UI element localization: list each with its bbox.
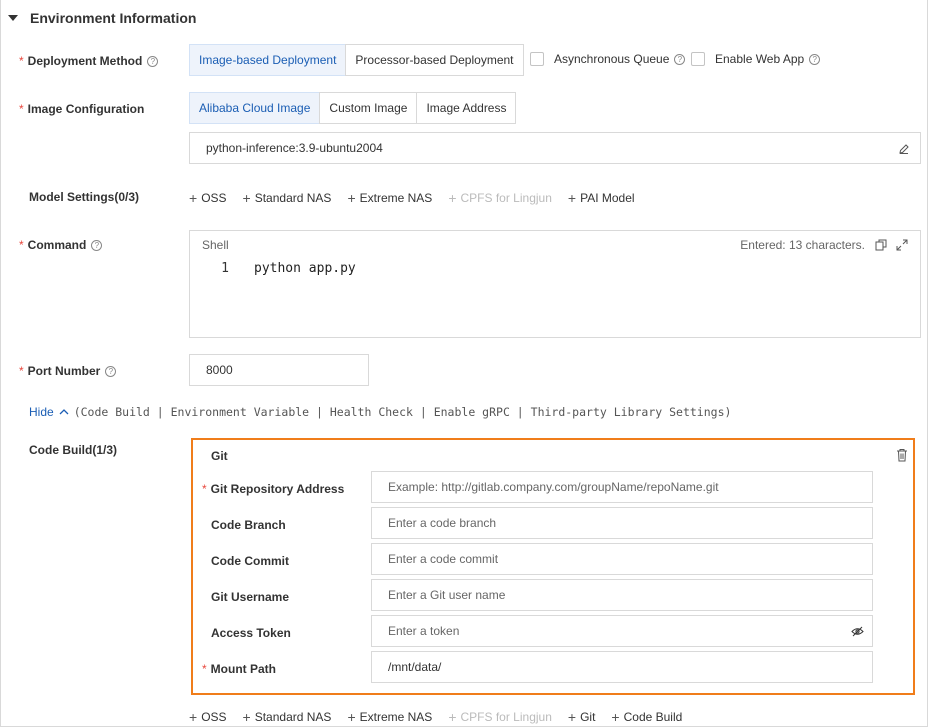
mount-path-input[interactable]: /mnt/data/	[371, 651, 873, 683]
add-cpfs-link: + CPFS for Lingjun	[448, 190, 552, 206]
help-icon[interactable]: ?	[147, 55, 159, 67]
help-icon[interactable]: ?	[674, 53, 686, 65]
git-repo-input[interactable]: Example: http://gitlab.company.com/group…	[371, 471, 873, 503]
add-standard-nas-link[interactable]: + Standard NAS	[243, 190, 332, 206]
caret-down-icon[interactable]	[8, 15, 18, 21]
command-label: * Command ?	[19, 236, 103, 254]
image-source-selector: Alibaba Cloud Image Custom Image Image A…	[189, 92, 517, 124]
add-oss-link[interactable]: + OSS	[189, 190, 227, 206]
add-oss-link[interactable]: + OSS	[189, 709, 227, 725]
async-queue-checkbox[interactable]: Asynchronous Queue ?	[530, 52, 686, 66]
advanced-toggle-bar: Hide (Code Build | Environment Variable …	[29, 405, 731, 419]
required-marker: *	[202, 662, 207, 676]
add-code-build-link[interactable]: + Code Build	[611, 709, 682, 725]
git-config-panel: Git * Git Repository Address Example: ht…	[191, 438, 915, 695]
git-title: Git	[211, 449, 228, 463]
edit-icon[interactable]	[898, 143, 910, 155]
code-branch-label: Code Branch	[211, 518, 286, 532]
deployment-method-selector: Image-based Deployment Processor-based D…	[189, 44, 524, 76]
processor-based-deployment-option[interactable]: Processor-based Deployment	[345, 44, 524, 76]
add-git-link[interactable]: + Git	[568, 709, 596, 725]
code-line: 1 python app.py	[190, 261, 920, 276]
code-text: python app.py	[254, 261, 356, 276]
help-icon[interactable]: ?	[105, 365, 117, 377]
help-icon[interactable]: ?	[91, 239, 103, 251]
enable-web-app-checkbox[interactable]: Enable Web App ?	[691, 52, 821, 66]
character-count: Entered: 13 characters.	[740, 238, 865, 252]
git-repo-label: * Git Repository Address	[202, 482, 345, 496]
copy-icon[interactable]	[875, 239, 887, 251]
command-editor[interactable]: Shell Entered: 13 characters. 1 python a…	[189, 230, 921, 338]
advanced-sections-list: (Code Build | Environment Variable | Hea…	[73, 405, 732, 419]
code-build-actions: + OSS + Standard NAS + Extreme NAS + CPFS fo…	[189, 709, 698, 725]
required-marker: *	[19, 54, 24, 68]
add-cpfs-link: + CPFS for Lingjun	[448, 709, 552, 725]
custom-image-option[interactable]: Custom Image	[319, 92, 418, 124]
editor-header: Shell Entered: 13 characters.	[190, 233, 920, 257]
required-marker: *	[19, 238, 24, 252]
eye-off-icon[interactable]	[851, 626, 864, 637]
section-header[interactable]: Environment Information	[8, 8, 196, 28]
code-commit-label: Code Commit	[211, 554, 289, 568]
access-token-label: Access Token	[211, 626, 291, 640]
add-extreme-nas-link[interactable]: + Extreme NAS	[347, 190, 432, 206]
code-build-label: Code Build(1/3)	[29, 443, 118, 457]
image-select[interactable]: python-inference:3.9-ubuntu2004	[189, 132, 921, 164]
help-icon[interactable]: ?	[809, 53, 821, 65]
checkbox[interactable]	[530, 52, 544, 66]
line-number: 1	[221, 261, 229, 276]
model-settings-label: Model Settings(0/3)	[29, 190, 140, 204]
deployment-method-label: * Deployment Method ?	[19, 52, 159, 70]
required-marker: *	[19, 102, 24, 116]
image-address-option[interactable]: Image Address	[416, 92, 517, 124]
code-branch-input[interactable]: Enter a code branch	[371, 507, 873, 539]
add-extreme-nas-link[interactable]: + Extreme NAS	[347, 709, 432, 725]
chevron-up-icon[interactable]	[59, 408, 69, 416]
port-number-label: * Port Number ?	[19, 362, 117, 380]
git-username-label: Git Username	[211, 590, 290, 604]
image-based-deployment-option[interactable]: Image-based Deployment	[189, 44, 347, 76]
port-number-input[interactable]: 8000	[189, 354, 369, 386]
required-marker: *	[19, 364, 24, 378]
model-settings-actions: + OSS + Standard NAS + Extreme NAS + CPFS fo…	[189, 190, 651, 206]
section-title: Environment Information	[30, 10, 197, 26]
shell-label: Shell	[202, 238, 229, 252]
access-token-input[interactable]: Enter a token	[371, 615, 873, 647]
code-commit-input[interactable]: Enter a code commit	[371, 543, 873, 575]
alibaba-cloud-image-option[interactable]: Alibaba Cloud Image	[189, 92, 321, 124]
add-pai-model-link[interactable]: + PAI Model	[568, 190, 635, 206]
required-marker: *	[202, 482, 207, 496]
hide-link[interactable]: Hide	[29, 405, 54, 419]
add-standard-nas-link[interactable]: + Standard NAS	[243, 709, 332, 725]
git-username-input[interactable]: Enter a Git user name	[371, 579, 873, 611]
image-value: python-inference:3.9-ubuntu2004	[206, 141, 383, 155]
checkbox[interactable]	[691, 52, 705, 66]
expand-icon[interactable]	[896, 239, 908, 251]
image-configuration-label: * Image Configuration	[19, 102, 145, 116]
mount-path-label: * Mount Path	[202, 662, 276, 676]
trash-icon[interactable]	[896, 448, 908, 462]
